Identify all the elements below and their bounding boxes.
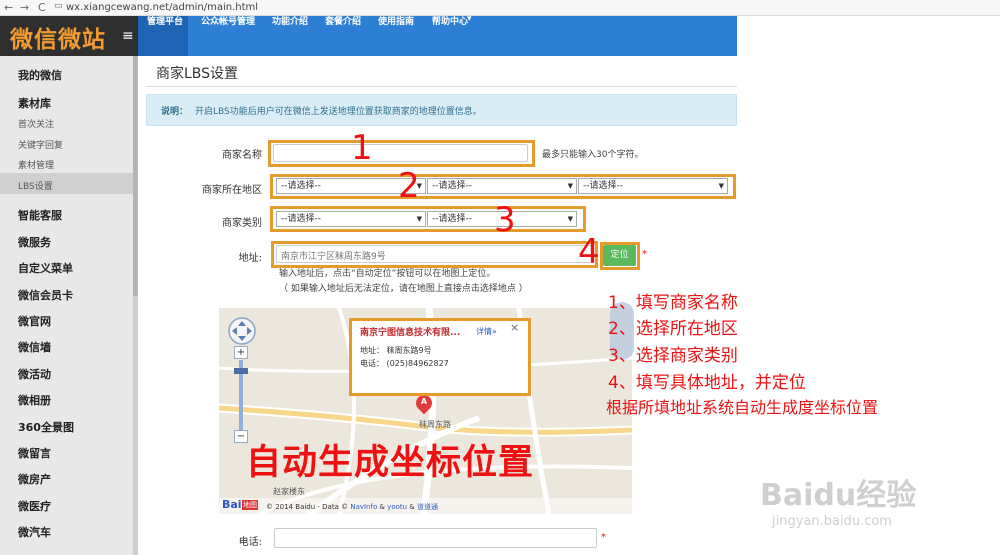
annotation-line-3: 3、选择商家类别 — [608, 346, 738, 366]
step-box-4a — [271, 241, 598, 268]
place-label: 赵家楼东 — [273, 487, 305, 496]
baidu-map-logo-badge: 地图 — [242, 500, 258, 510]
name-label: 商家名称 — [222, 150, 262, 161]
tab-features[interactable]: 功能介绍 — [272, 14, 308, 27]
popup-address: 地址： 秣周东路9号 — [360, 346, 432, 355]
road-label: 秣周东路 — [419, 420, 451, 429]
name-hint: 最多只能输入30个字符。 — [542, 150, 644, 160]
popup-phone: 电话： (025)84962827 — [360, 359, 449, 368]
annotation-line-1: 1、填写商家名称 — [608, 293, 738, 313]
baidu-map-logo: Bai — [222, 498, 242, 511]
step-box-3 — [270, 206, 586, 232]
logo: 微信微站 ≡ — [0, 16, 138, 56]
map-copyright-amp: & — [407, 503, 417, 511]
baidu-jingyan-url: jingyan.baidu.com — [772, 514, 892, 529]
chevron-down-icon[interactable]: ▾ — [467, 14, 472, 24]
map-copyright-text: © 2014 Baidu - Data © — [266, 503, 351, 511]
sidebar-item-member-card[interactable]: 微信会员卡 — [18, 287, 73, 303]
sidebar-item-my-wechat[interactable]: 我的微信 — [18, 67, 62, 83]
tab-admin-platform[interactable]: 管理平台 — [147, 14, 183, 27]
yootu-link[interactable]: yootu — [387, 503, 407, 511]
step-number-3: 3 — [494, 200, 516, 240]
phone-label: 电话: — [238, 537, 262, 548]
address-hint-2: （ 如果输入地址后无法定位，请在地图上直接点击选择地点 ） — [279, 284, 528, 294]
step-number-1: 1 — [351, 128, 373, 168]
sidebar-scrollbar-thumb[interactable] — [133, 56, 138, 296]
page-title: 商家LBS设置 — [156, 66, 239, 82]
step-box-1 — [268, 140, 535, 167]
baidu-jingyan-watermark: Baidu经验 — [760, 478, 917, 513]
sidebar-item-lbs[interactable]: LBS设置 — [18, 179, 53, 192]
sidebar-item-realestate[interactable]: 微房产 — [18, 471, 51, 487]
map-pan-control[interactable] — [227, 316, 257, 346]
zoom-slider-thumb[interactable] — [234, 368, 248, 374]
sidebar-item-car[interactable]: 微汽车 — [18, 524, 51, 540]
logo-text: 微信微站 — [10, 27, 106, 53]
sidebar-item-wechat-wall[interactable]: 微信墙 — [18, 339, 51, 355]
daodao-link[interactable]: 道道通 — [417, 503, 438, 511]
menu-icon[interactable]: ≡ — [122, 28, 134, 44]
step-number-4: 4 — [578, 232, 600, 272]
sidebar-item-panorama[interactable]: 360全景图 — [18, 419, 74, 435]
info-label: 说明： — [161, 107, 189, 117]
sidebar-item-library[interactable]: 素材库 — [18, 95, 51, 111]
map-copyright-amp: & — [377, 503, 388, 511]
tab-account-manage[interactable]: 公众帐号管理 — [201, 14, 255, 27]
forward-icon[interactable]: → — [20, 1, 29, 14]
reload-icon[interactable]: C — [38, 1, 46, 14]
popup-detail-link[interactable]: 详情» — [476, 326, 497, 337]
info-text: 开启LBS功能后用户可在微信上发送地理位置获取商家的地理位置信息。 — [195, 107, 482, 117]
overlay-caption: 自动生成坐标位置 — [246, 443, 535, 483]
region-label: 商家所在地区 — [202, 185, 262, 196]
step-box-2 — [270, 174, 736, 199]
sidebar-item-message[interactable]: 微留言 — [18, 445, 51, 461]
back-icon[interactable]: ← — [4, 1, 13, 14]
close-icon[interactable]: × — [510, 321, 519, 334]
map-copyright: © 2014 Baidu - Data © NavInfo & yootu & … — [266, 502, 438, 512]
tab-guide[interactable]: 使用指南 — [378, 14, 414, 27]
address-label: 地址: — [238, 253, 262, 264]
sidebar-item-custom-menu[interactable]: 自定义菜单 — [18, 260, 73, 276]
step-box-4b — [600, 242, 640, 270]
divider — [146, 86, 737, 87]
map-marker-letter: A — [420, 397, 428, 406]
phone-input[interactable] — [274, 528, 597, 548]
category-label: 商家类别 — [222, 218, 262, 229]
annotation-line-2: 2、选择所在地区 — [608, 319, 738, 339]
sidebar-item-album[interactable]: 微相册 — [18, 392, 51, 408]
sidebar-item-micro-site[interactable]: 微官网 — [18, 313, 51, 329]
required-star: * — [642, 249, 647, 260]
map-info-popup: 南京宁图信息技术有限... 详情» × 地址： 秣周东路9号 电话： (025)… — [349, 318, 531, 396]
annotation-line-5: 根据所填地址系统自动生成度坐标位置 — [606, 398, 879, 417]
sidebar-item-medical[interactable]: 微医疗 — [18, 498, 51, 514]
zoom-in-button[interactable]: + — [234, 346, 248, 359]
sidebar-item-activity[interactable]: 微活动 — [18, 366, 51, 382]
sidebar-item-first-follow[interactable]: 首次关注 — [18, 117, 54, 130]
sidebar-item-micro-service[interactable]: 微服务 — [18, 234, 51, 250]
sidebar-item-smart-service[interactable]: 智能客服 — [18, 207, 62, 223]
url-field[interactable]: wx.xiangcewang.net/admin/main.html — [66, 2, 258, 13]
page-icon: ▭ — [54, 1, 63, 11]
info-alert: 说明： 开启LBS功能后用户可在微信上发送地理位置获取商家的地理位置信息。 — [146, 94, 737, 126]
navinfo-link[interactable]: NavInfo — [350, 503, 377, 511]
required-star: * — [601, 532, 606, 543]
sidebar-item-material-manage[interactable]: 素材管理 — [18, 158, 54, 171]
sidebar-item-keyword-reply[interactable]: 关键字回复 — [18, 138, 63, 151]
address-hint-1: 输入地址后，点击“自动定位”按钮可以在地图上定位。 — [279, 269, 496, 279]
step-number-2: 2 — [398, 166, 420, 206]
tab-packages[interactable]: 套餐介绍 — [325, 14, 361, 27]
popup-title: 南京宁图信息技术有限... — [360, 328, 461, 338]
annotation-line-4: 4、填写具体地址，并定位 — [608, 373, 806, 393]
tab-help[interactable]: 帮助中心 — [432, 14, 468, 27]
